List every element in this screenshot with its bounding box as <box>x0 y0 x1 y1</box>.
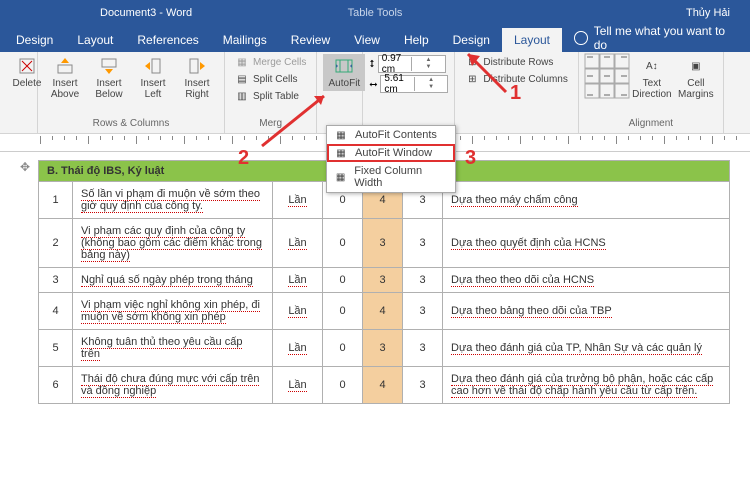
group-label-alignment: Alignment <box>585 118 717 131</box>
tab-help[interactable]: Help <box>392 28 441 52</box>
text-direction-icon: A↕ <box>642 56 662 76</box>
doc-title: Document3 - Word <box>100 7 192 19</box>
table-row[interactable]: 4Vi phạm việc nghỉ không xin phép, đi mu… <box>39 293 730 330</box>
text-direction-button[interactable]: A↕Text Direction <box>631 54 673 102</box>
group-merge: ▦Merge Cells ▤Split Cells ▥Split Table M… <box>225 52 317 133</box>
insert-below-button[interactable]: Insert Below <box>88 54 130 102</box>
split-table-button[interactable]: ▥Split Table <box>231 88 310 104</box>
autofit-window-icon: ▦ <box>333 147 349 159</box>
tab-layout[interactable]: Layout <box>502 28 562 52</box>
autofit-window-item[interactable]: ▦AutoFit Window <box>327 144 455 162</box>
insert-left-button[interactable]: Insert Left <box>132 54 174 102</box>
group-label-merge: Merg <box>231 118 310 131</box>
ribbon-tabs: DesignLayoutReferencesMailingsReviewView… <box>0 26 750 52</box>
user-name: Thủy Hải <box>686 7 730 19</box>
split-cells-button[interactable]: ▤Split Cells <box>231 71 310 87</box>
tab-layout[interactable]: Layout <box>65 28 125 52</box>
group-autofit: AutoFit <box>317 52 363 133</box>
tab-design[interactable]: Design <box>4 28 65 52</box>
cell-margins-button[interactable]: ▣Cell Margins <box>675 54 717 102</box>
ribbon: Delete Insert Above Insert Below Insert … <box>0 52 750 134</box>
bulb-icon <box>574 31 588 45</box>
tab-design[interactable]: Design <box>441 28 502 52</box>
col-width-input[interactable]: 5.61 cm▲▼ <box>380 75 448 93</box>
distribute-rows-button[interactable]: ⊟Distribute Rows <box>461 54 571 70</box>
merge-cells-button: ▦Merge Cells <box>231 54 310 70</box>
delete-icon <box>17 56 37 76</box>
table-row[interactable]: 3Nghỉ quá số ngày phép trong thángLần033… <box>39 268 730 293</box>
tab-review[interactable]: Review <box>279 28 342 52</box>
table-row[interactable]: 2Vi phạm các quy định của công ty (không… <box>39 219 730 268</box>
document-table[interactable]: B. Thái độ IBS, Kỷ luật 1Số lần vi phạm … <box>38 160 730 404</box>
split-cells-icon: ▤ <box>235 72 249 86</box>
align-ml-icon[interactable] <box>585 69 599 83</box>
cell-margins-icon: ▣ <box>686 56 706 76</box>
insert-right-icon <box>187 56 207 76</box>
autofit-dropdown: ▦AutoFit Contents ▦AutoFit Window ▦Fixed… <box>326 125 456 193</box>
annotation-3: 3 <box>465 147 476 170</box>
tell-me-search[interactable]: Tell me what you want to do <box>562 24 750 52</box>
alignment-grid[interactable] <box>585 54 629 98</box>
annotation-2: 2 <box>238 147 249 170</box>
tab-mailings[interactable]: Mailings <box>211 28 279 52</box>
row-height-input[interactable]: 0.97 cm▲▼ <box>378 55 446 73</box>
spinner-icon[interactable]: ▲▼ <box>411 57 445 71</box>
align-br-icon[interactable] <box>615 84 629 98</box>
width-icon: ⭤ <box>369 79 377 90</box>
split-table-icon: ▥ <box>235 89 249 103</box>
tab-references[interactable]: References <box>125 28 210 52</box>
group-delete: Delete <box>0 52 38 133</box>
fixed-width-item[interactable]: ▦Fixed Column Width <box>327 162 455 192</box>
table-move-handle[interactable]: ✥ <box>20 160 30 174</box>
insert-below-icon <box>99 56 119 76</box>
align-mr-icon[interactable] <box>615 69 629 83</box>
merge-cells-icon: ▦ <box>235 55 249 69</box>
insert-right-button[interactable]: Insert Right <box>176 54 218 102</box>
autofit-icon <box>334 56 354 76</box>
dist-cols-icon: ⊞ <box>465 72 479 86</box>
annotation-1: 1 <box>510 82 521 105</box>
insert-left-icon <box>143 56 163 76</box>
align-bl-icon[interactable] <box>585 84 599 98</box>
dist-rows-icon: ⊟ <box>465 55 479 69</box>
context-tools: Table Tools <box>348 7 403 19</box>
insert-above-button[interactable]: Insert Above <box>44 54 86 102</box>
title-bar: Document3 - Word Table Tools Thủy Hải <box>0 0 750 26</box>
align-tl-icon[interactable] <box>585 54 599 68</box>
fixed-width-icon: ▦ <box>333 171 348 183</box>
align-tr-icon[interactable] <box>615 54 629 68</box>
group-cell-size: ⭥ 0.97 cm▲▼ ⭤5.61 cm▲▼ <box>363 52 455 133</box>
table-row[interactable]: 6Thái độ chưa đúng mực với cấp trên và đ… <box>39 367 730 404</box>
table-row[interactable]: 5Không tuân thủ theo yêu cầu cấp trênLần… <box>39 330 730 367</box>
insert-above-icon <box>55 56 75 76</box>
group-rows-columns: Insert Above Insert Below Insert Left In… <box>38 52 225 133</box>
spinner-icon[interactable]: ▲▼ <box>414 77 448 91</box>
height-icon: ⭥ <box>369 59 374 70</box>
tab-view[interactable]: View <box>342 28 392 52</box>
align-tc-icon[interactable] <box>600 54 614 68</box>
autofit-button[interactable]: AutoFit <box>323 54 365 91</box>
autofit-contents-item[interactable]: ▦AutoFit Contents <box>327 126 455 144</box>
align-mc-icon[interactable] <box>600 69 614 83</box>
autofit-contents-icon: ▦ <box>333 129 349 141</box>
align-bc-icon[interactable] <box>600 84 614 98</box>
group-alignment: A↕Text Direction ▣Cell Margins Alignment <box>579 52 724 133</box>
group-label-rows-cols: Rows & Columns <box>44 118 218 131</box>
